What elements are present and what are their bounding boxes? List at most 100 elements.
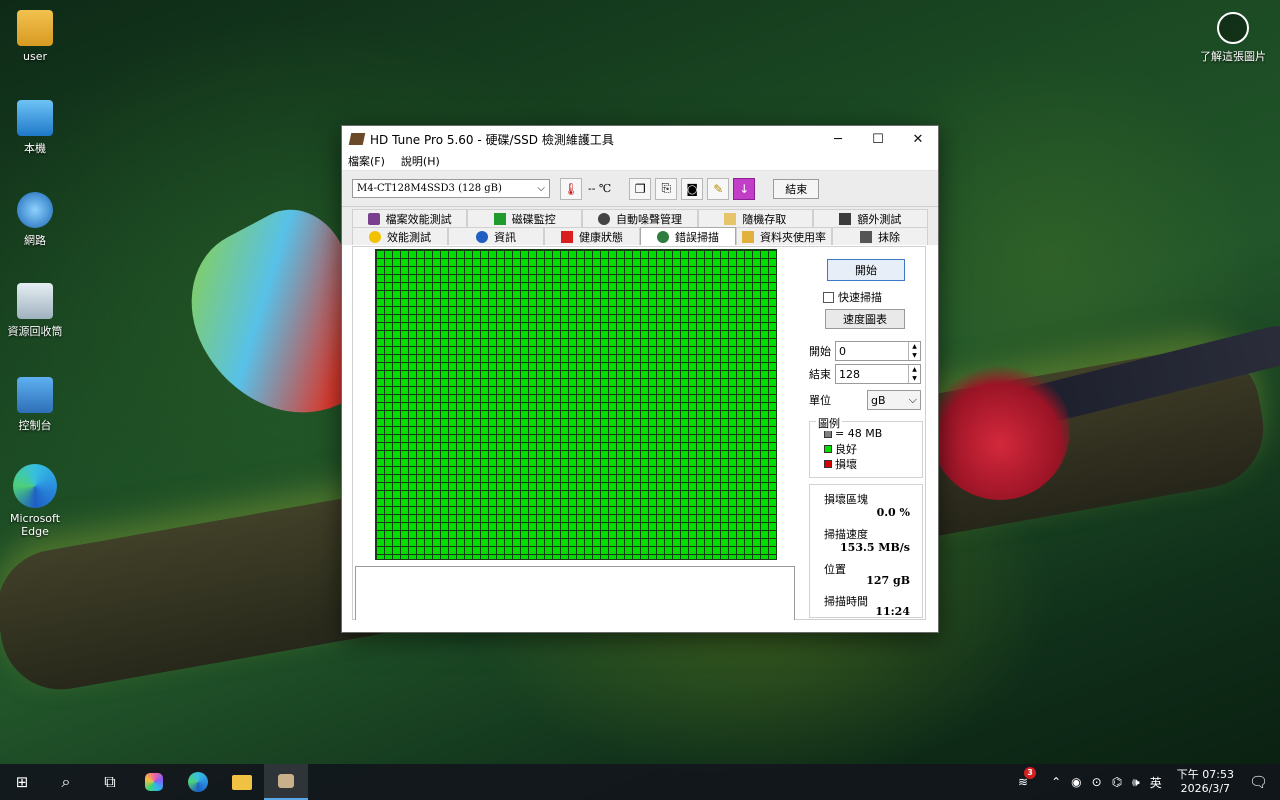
folder-icon	[232, 774, 252, 790]
notification-count: 3	[1024, 767, 1037, 779]
system-tray: ≋ 3 ⌃ ◉ ⊙ ⌬ 🕪 英 下午 07:53 2026/3/7 🗨	[1013, 764, 1280, 800]
menu-bar: 檔案(F) 說明(H)	[342, 152, 938, 171]
scan-log-area[interactable]	[355, 566, 795, 620]
control-panel-icon	[17, 377, 53, 413]
meet-now-icon[interactable]: ⊙	[1092, 775, 1102, 789]
folder-icon	[742, 230, 754, 243]
legend-title: 圖例	[816, 415, 842, 431]
camera-icon[interactable]: ◙	[681, 177, 704, 200]
desktop-icon-label: 資源回收筒	[7, 325, 63, 338]
unit-row: 單位 gB ⌵	[809, 390, 921, 410]
tab-benchmark[interactable]: 效能測試	[352, 227, 448, 245]
hdtune-window: HD Tune Pro 5.60 - 硬碟/SSD 檢測維護工具 ─ ☐ ✕ 檔…	[341, 125, 939, 633]
task-view-button[interactable]: ⧉	[88, 764, 132, 800]
start-button[interactable]: ⊞	[0, 764, 44, 800]
legend-label: 損壞	[835, 457, 857, 471]
desktop-icon-label: 了解這張圖片	[1200, 50, 1266, 63]
tab-folder-usage[interactable]: 資料夾使用率	[736, 227, 832, 245]
start-position-spinner[interactable]: 0 ▲ ▼	[835, 341, 921, 361]
tab-file-benchmark[interactable]: 檔案效能測試	[352, 209, 468, 227]
legend-item-damaged: 損壞	[824, 456, 922, 471]
file-explorer-button[interactable]	[220, 764, 264, 800]
options-icon[interactable]: ✎	[707, 177, 730, 200]
ime-indicator[interactable]: 英	[1150, 774, 1162, 791]
drive-select[interactable]: M4-CT128M4SSD3 (128 gB) ⌵	[352, 179, 550, 198]
network-icon[interactable]: ⌬	[1112, 775, 1122, 789]
legend-label: = 48 MB	[835, 427, 883, 440]
task-view-icon: ⧉	[104, 772, 116, 791]
drive-select-value: M4-CT128M4SSD3 (128 gB)	[357, 183, 502, 194]
save-download-icon[interactable]: ↓	[733, 177, 756, 200]
menu-help[interactable]: 說明(H)	[401, 153, 440, 169]
tab-error-scan[interactable]: 錯誤掃描	[640, 227, 736, 245]
menu-file[interactable]: 檔案(F)	[348, 153, 385, 169]
copy-info-button[interactable]: ❐	[629, 177, 652, 200]
quick-scan-label: 快速掃描	[838, 291, 882, 304]
learn-picture-icon	[1217, 12, 1249, 44]
chevron-down-icon: ⌵	[537, 183, 545, 194]
extra-tests-icon	[839, 212, 852, 225]
record-icon[interactable]: ◉	[1071, 775, 1081, 789]
desktop-icon-user[interactable]: user	[0, 10, 70, 63]
tab-disk-monitor[interactable]: 磁碟監控	[467, 209, 583, 227]
chevron-up-icon[interactable]: ⌃	[1051, 775, 1061, 789]
notification-center-icon[interactable]: 🗨	[1249, 773, 1268, 791]
tab-health[interactable]: 健康狀態	[544, 227, 640, 245]
copilot-button[interactable]	[132, 764, 176, 800]
desktop-icon-label: Microsoft Edge	[9, 512, 61, 538]
scan-time-value: 11:24	[875, 605, 910, 618]
clock-time: 下午 07:53	[1176, 768, 1234, 781]
search-button[interactable]: ⌕	[44, 764, 88, 800]
checkbox-box[interactable]	[823, 291, 834, 303]
speed-map-button[interactable]: 速度圖表	[825, 309, 905, 329]
close-button[interactable]: ✕	[898, 126, 938, 152]
start-position-row: 開始 0 ▲ ▼	[809, 341, 921, 361]
tab-row-1: 檔案效能測試 磁碟監控 自動噪聲管理 隨機存取 額外測試	[352, 209, 929, 227]
end-position-spinner[interactable]: 128 ▲ ▼	[835, 364, 921, 384]
arrow-up-icon[interactable]: ▲	[909, 365, 920, 374]
maximize-button[interactable]: ☐	[858, 126, 898, 152]
title-bar[interactable]: HD Tune Pro 5.60 - 硬碟/SSD 檢測維護工具 ─ ☐ ✕	[342, 126, 938, 152]
red-swatch	[824, 459, 832, 468]
notification-badge-icon[interactable]: ≋ 3	[1018, 767, 1037, 789]
clock[interactable]: 下午 07:53 2026/3/7	[1177, 768, 1234, 796]
spinner-arrows[interactable]: ▲ ▼	[908, 342, 920, 360]
minimize-button[interactable]: ─	[818, 126, 858, 152]
edge-taskbar-button[interactable]	[176, 764, 220, 800]
tab-info[interactable]: 資訊	[448, 227, 544, 245]
position-label: 位置	[824, 563, 846, 576]
unit-select[interactable]: gB ⌵	[867, 390, 921, 410]
desktop-icon-network[interactable]: 網路	[0, 192, 70, 248]
desktop-icon-recycle-bin[interactable]: 資源回收筒	[0, 283, 70, 339]
tab-aam[interactable]: 自動噪聲管理	[582, 209, 698, 227]
desktop-icon-edge[interactable]: Microsoft Edge	[0, 464, 70, 538]
desktop-icon-learn-about-picture[interactable]: 了解這張圖片	[1198, 12, 1268, 64]
magnifier-icon	[657, 230, 669, 243]
hdtune-taskbar-button[interactable]	[264, 764, 308, 800]
exit-button[interactable]: 結束	[773, 178, 820, 199]
position-value: 127 gB	[866, 574, 910, 587]
arrow-up-icon[interactable]: ▲	[909, 342, 920, 351]
arrow-down-icon[interactable]: ▼	[909, 351, 920, 360]
tab-strip: 檔案效能測試 磁碟監控 自動噪聲管理 隨機存取 額外測試 效能測試 資訊 健康狀…	[342, 207, 938, 245]
desktop-icon-this-pc[interactable]: 本機	[0, 100, 70, 156]
tab-extra-tests[interactable]: 額外測試	[812, 209, 929, 227]
arrow-down-icon[interactable]: ▼	[909, 374, 920, 383]
copy-screenshot-button[interactable]: ⎘	[655, 177, 678, 200]
damaged-blocks-value: 0.0 %	[876, 506, 910, 519]
desktop-icon-control-panel[interactable]: 控制台	[0, 377, 70, 433]
scan-speed-label: 掃描速度	[824, 528, 868, 541]
thermometer-icon: 🌡	[560, 177, 582, 200]
start-scan-button[interactable]: 開始	[827, 259, 905, 281]
network-icon	[17, 192, 53, 228]
volume-icon[interactable]: 🕪	[1132, 775, 1140, 790]
tab-erase[interactable]: 抹除	[832, 227, 928, 245]
taskbar: ⊞ ⌕ ⧉ ≋ 3 ⌃ ◉ ⊙ ⌬ 🕪 英 下午 07:53 2026/3/7 🗨	[0, 764, 1280, 800]
quick-scan-checkbox[interactable]: 快速掃描	[823, 289, 882, 305]
spinner-arrows[interactable]: ▲ ▼	[908, 365, 920, 383]
tab-label: 資訊	[494, 230, 516, 244]
trash-icon	[860, 230, 872, 243]
desktop-icon-label: 控制台	[18, 419, 52, 432]
tab-random-access[interactable]: 隨機存取	[697, 209, 813, 227]
block-map-grid	[375, 249, 777, 560]
